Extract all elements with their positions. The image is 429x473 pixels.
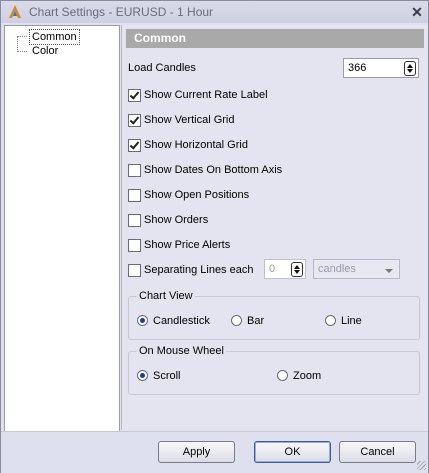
- spinner-icon[interactable]: [291, 262, 303, 277]
- settings-tree: Common Color: [4, 25, 120, 432]
- app-logo-icon: [9, 5, 21, 18]
- checkbox-box: [128, 164, 141, 177]
- separating-lines-value: 0: [269, 263, 276, 275]
- chart-view-group: Chart View Candlestick Bar Line: [128, 290, 420, 340]
- tree-connector: [17, 36, 27, 37]
- checkbox-box: [128, 239, 141, 252]
- mouse-wheel-group: On Mouse Wheel Scroll Zoom: [128, 345, 420, 395]
- checkbox-box: [128, 114, 141, 127]
- checkbox-label: Show Price Alerts: [144, 239, 231, 251]
- close-icon[interactable]: ✕: [409, 4, 425, 20]
- title-bar: Chart Settings - EURUSD - 1 Hour ✕: [1, 1, 428, 23]
- settings-panel: Common Load Candles 366 Show Current Rat…: [121, 25, 428, 430]
- apply-button[interactable]: Apply: [158, 441, 235, 463]
- checkbox-label: Show Vertical Grid: [144, 114, 235, 126]
- load-candles-input[interactable]: 366: [343, 58, 419, 78]
- checkbox-label: Separating Lines each: [144, 264, 254, 276]
- chevron-down-icon: [385, 269, 393, 273]
- radio-label: Bar: [247, 315, 265, 327]
- checkbox-label: Show Orders: [144, 214, 209, 226]
- radio-label: Zoom: [293, 370, 322, 382]
- radio-label: Candlestick: [153, 315, 210, 327]
- separating-lines-unit-select[interactable]: candles: [313, 259, 400, 279]
- dialog-footer: Apply OK Cancel: [1, 431, 428, 473]
- radio-button: [137, 370, 148, 381]
- ok-button[interactable]: OK: [254, 441, 331, 463]
- checkbox-label: Show Open Positions: [144, 189, 250, 201]
- checkbox-box: [128, 214, 141, 227]
- checkbox-label: Show Horizontal Grid: [144, 139, 248, 151]
- chart-settings-window: Chart Settings - EURUSD - 1 Hour ✕ Commo…: [0, 0, 429, 473]
- tree-item-common[interactable]: Common: [29, 29, 80, 45]
- tree-item-color[interactable]: Color: [30, 44, 60, 58]
- group-title: On Mouse Wheel: [137, 345, 226, 358]
- separating-lines-input[interactable]: 0: [264, 259, 306, 279]
- resize-grip-icon[interactable]: [417, 461, 426, 470]
- cancel-button[interactable]: Cancel: [339, 441, 416, 463]
- radio-button: [325, 315, 336, 326]
- spinner-icon[interactable]: [404, 61, 416, 76]
- load-candles-label: Load Candles: [128, 62, 196, 74]
- radio-label: Line: [341, 315, 362, 327]
- radio-button: [137, 315, 148, 326]
- checkbox-box: [128, 189, 141, 202]
- radio-button: [277, 370, 288, 381]
- tree-connector: [17, 36, 18, 52]
- section-header: Common: [126, 29, 424, 48]
- tree-connector: [17, 51, 27, 52]
- radio-button: [231, 315, 242, 326]
- load-candles-value: 366: [348, 62, 367, 74]
- checkbox-box: [128, 264, 141, 277]
- checkbox-label: Show Current Rate Label: [144, 89, 268, 101]
- group-title: Chart View: [137, 290, 195, 303]
- checkbox-box: [128, 139, 141, 152]
- window-title: Chart Settings - EURUSD - 1 Hour: [29, 5, 214, 19]
- checkbox-box: [128, 89, 141, 102]
- checkbox-label: Show Dates On Bottom Axis: [144, 164, 283, 176]
- select-value: candles: [318, 263, 356, 275]
- radio-label: Scroll: [153, 370, 181, 382]
